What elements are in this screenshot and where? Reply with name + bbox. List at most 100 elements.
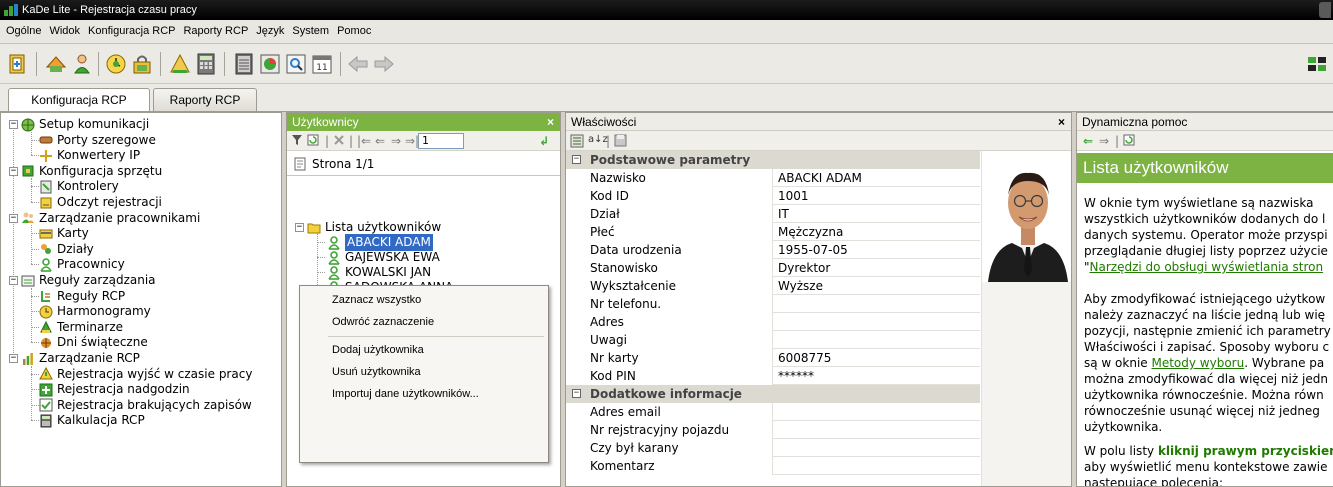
search-button[interactable] (284, 52, 308, 76)
nav-item[interactable]: Karty (39, 225, 89, 242)
menu-item-select-all[interactable]: Zaznacz wszystko (332, 290, 421, 310)
nav-item[interactable]: Reguły zarządzania (21, 272, 156, 289)
property-row[interactable]: Nr rejstracyjny pojazdu (566, 421, 980, 439)
property-row[interactable]: Kod ID 1001 (566, 187, 980, 205)
menu-ogolne[interactable]: Ogólne (0, 20, 45, 42)
menu-pomoc[interactable]: Pomoc (333, 20, 375, 42)
properties-panel-close-button[interactable]: × (1058, 113, 1065, 131)
refresh-icon[interactable] (307, 134, 319, 149)
help-link-selection-methods[interactable]: Metody wyboru (1151, 356, 1244, 370)
expand-toggle[interactable]: − (9, 354, 18, 363)
help-link-page-tools[interactable]: Narzędzi do obsługi wyświetlania stron (1090, 260, 1324, 274)
chart-button[interactable] (258, 52, 282, 76)
nav-item[interactable]: Konfiguracja sprzętu (21, 163, 162, 180)
calendar-button[interactable]: 11 (310, 52, 334, 76)
nav-item[interactable]: Reguły RCP (39, 288, 125, 305)
last-icon[interactable]: ⇒| (405, 134, 419, 148)
nav-item[interactable]: Konwertery IP (39, 147, 140, 164)
users-button[interactable] (44, 52, 68, 76)
nav-item[interactable]: Setup komunikacji (21, 116, 149, 133)
property-value[interactable]: Wyższe (774, 277, 823, 295)
category-additional[interactable]: − Dodatkowe informacje (566, 385, 980, 403)
property-value[interactable]: ****** (774, 367, 814, 385)
save-icon[interactable] (614, 134, 627, 150)
expand-toggle[interactable]: − (9, 166, 18, 176)
nav-item[interactable]: Kontrolery (39, 178, 119, 195)
tab-raporty-rcp[interactable]: Raporty RCP (153, 88, 257, 112)
property-row[interactable]: Nr telefonu. (566, 295, 980, 313)
help-forward-icon[interactable]: ⇒ (1099, 134, 1109, 148)
nav-item[interactable]: Działy (39, 241, 94, 258)
property-value[interactable]: 6008775 (774, 349, 831, 367)
expand-toggle[interactable]: − (295, 223, 304, 232)
menu-jezyk[interactable]: Język (252, 20, 288, 42)
layout-button[interactable] (1305, 52, 1329, 76)
property-row[interactable]: Płeć Mężczyzna (566, 223, 980, 241)
property-row[interactable]: Nr karty 6008775 (566, 349, 980, 367)
sort-az-icon[interactable]: a↓z (588, 134, 608, 146)
menu-item-import-users[interactable]: Importuj dane użytkowników... (332, 384, 479, 404)
go-icon[interactable]: ↲ (539, 134, 549, 148)
help-refresh-icon[interactable] (1123, 134, 1135, 149)
nav-item[interactable]: Rejestracja nadgodzin (39, 381, 190, 398)
expand-toggle[interactable]: − (9, 213, 18, 223)
nav-item[interactable]: Pracownicy (39, 256, 125, 273)
nav-item[interactable]: Zarządzanie pracownikami (21, 210, 200, 227)
property-value[interactable]: Dyrektor (774, 259, 830, 277)
nav-item[interactable]: Rejestracja wyjść w czasie pracy (39, 366, 252, 383)
category-basic[interactable]: − Podstawowe parametry (566, 151, 980, 169)
property-row[interactable]: Uwagi (566, 331, 980, 349)
forward-button[interactable] (372, 52, 396, 76)
property-value[interactable]: 1001 (774, 187, 809, 205)
expand-toggle[interactable]: − (9, 276, 18, 285)
property-row[interactable]: Wykształcenie Wyższe (566, 277, 980, 295)
property-row[interactable]: Adres (566, 313, 980, 331)
nav-item[interactable]: Zarządzanie RCP (21, 350, 140, 367)
prev-icon[interactable]: ⇐ (375, 134, 385, 148)
property-row[interactable]: Komentarz (566, 457, 980, 475)
property-row[interactable]: Kod PIN ****** (566, 367, 980, 385)
delete-icon[interactable] (333, 134, 345, 149)
person-button[interactable] (70, 52, 94, 76)
menu-item-add-user[interactable]: Dodaj użytkownika (332, 340, 424, 360)
tab-konfiguracja-rcp[interactable]: Konfiguracja RCP (8, 88, 150, 113)
property-row[interactable]: Czy był karany (566, 439, 980, 457)
report-button[interactable] (232, 52, 256, 76)
menu-item-delete-user[interactable]: Usuń użytkownika (332, 362, 421, 382)
nav-item[interactable]: Odczyt rejestracji (39, 194, 162, 211)
menu-konfiguracja-rcp[interactable]: Konfiguracja RCP (84, 20, 179, 42)
property-value[interactable]: 1955-07-05 (774, 241, 848, 259)
property-row[interactable]: Dział IT (566, 205, 980, 223)
property-row[interactable]: Stanowisko Dyrektor (566, 259, 980, 277)
filter-icon[interactable] (291, 134, 303, 149)
expand-toggle[interactable]: − (9, 120, 18, 129)
next-icon[interactable]: ⇒ (391, 134, 401, 148)
nav-item[interactable]: Porty szeregowe (39, 132, 156, 149)
first-icon[interactable]: |⇐ (357, 134, 371, 148)
menu-widok[interactable]: Widok (45, 20, 84, 42)
help-back-icon[interactable]: ⇐ (1083, 134, 1093, 148)
nav-item[interactable]: Rejestracja brakujących zapisów (39, 397, 252, 414)
clock-button[interactable] (104, 52, 128, 76)
users-panel-close-button[interactable]: × (547, 113, 554, 131)
nav-item[interactable]: Harmonogramy (39, 303, 151, 320)
back-button[interactable] (346, 52, 370, 76)
lock-button[interactable] (130, 52, 154, 76)
nav-item[interactable]: Dni świąteczne (39, 334, 148, 351)
menu-system[interactable]: System (288, 20, 333, 42)
exit-button[interactable] (6, 52, 30, 76)
nav-item[interactable]: Terminarze (39, 319, 123, 336)
property-row[interactable]: Adres email (566, 403, 980, 421)
property-value[interactable]: Mężczyzna (774, 223, 843, 241)
nav-item[interactable]: Kalkulacja RCP (39, 412, 145, 429)
menu-raporty-rcp[interactable]: Raporty RCP (179, 20, 252, 42)
warning-button[interactable] (168, 52, 192, 76)
page-number-input[interactable]: 1 (418, 133, 464, 149)
property-value[interactable]: ABACKI ADAM (774, 169, 862, 187)
calculator-button[interactable] (194, 52, 218, 76)
property-value[interactable]: IT (774, 205, 789, 223)
property-row[interactable]: Data urodzenia 1955-07-05 (566, 241, 980, 259)
property-row[interactable]: Nazwisko ABACKI ADAM (566, 169, 980, 187)
window-control-button[interactable] (1319, 2, 1331, 18)
categorized-icon[interactable] (570, 134, 584, 151)
